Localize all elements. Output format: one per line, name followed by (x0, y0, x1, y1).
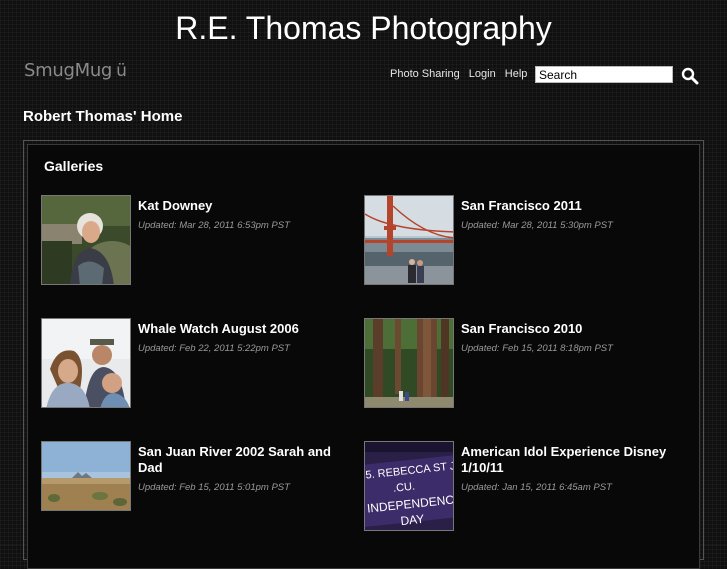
gallery-title[interactable]: San Juan River 2002 Sarah and Dad (138, 444, 348, 476)
gallery-updated: Updated: Feb 15, 2011 5:01pm PST (138, 482, 290, 493)
gallery-title[interactable]: Kat Downey (138, 198, 348, 214)
gallery-thumbnail[interactable] (41, 441, 131, 511)
gallery-thumbnail[interactable] (41, 318, 131, 408)
smile-icon: ü (116, 61, 127, 81)
search-icon (681, 67, 699, 85)
gallery-updated: Updated: Jan 15, 2011 6:45am PST (461, 482, 612, 493)
gallery-title[interactable]: San Francisco 2010 (461, 321, 671, 337)
sign-line-2: .CU. (392, 481, 415, 495)
galleries-panel-inner: Galleries Kat Downey Updated: Mar 28, 20… (27, 144, 700, 569)
gallery-updated: Updated: Feb 15, 2011 8:18pm PST (461, 343, 613, 354)
gallery-thumbnail[interactable]: 5. REBECCA ST JE .CU. INDEPENDENC DAY (364, 441, 454, 531)
family-photo (42, 319, 130, 407)
gallery-thumbnail[interactable] (364, 195, 454, 285)
gallery-thumbnail[interactable] (41, 195, 131, 285)
site-title: R.E. Thomas Photography (175, 10, 552, 46)
gallery-title[interactable]: San Francisco 2011 (461, 198, 671, 214)
galleries-panel: Galleries Kat Downey Updated: Mar 28, 20… (23, 140, 704, 569)
desert-photo (42, 442, 130, 510)
sign-line-4: DAY (400, 512, 425, 528)
sign-photo: 5. REBECCA ST JE .CU. INDEPENDENC DAY (365, 442, 453, 530)
gallery-updated: Updated: Feb 22, 2011 5:22pm PST (138, 343, 290, 354)
search-button[interactable] (681, 67, 699, 85)
smugmug-logo[interactable]: SmugMug ü (24, 60, 127, 81)
search-input[interactable] (535, 66, 673, 83)
gallery-title[interactable]: Whale Watch August 2006 (138, 321, 348, 337)
gallery-title[interactable]: American Idol Experience Disney 1/10/11 (461, 444, 671, 476)
gallery-updated: Updated: Mar 28, 2011 5:30pm PST (461, 220, 613, 231)
golden-gate-photo (365, 196, 453, 284)
nav-help[interactable]: Help (505, 68, 528, 80)
gallery-updated: Updated: Mar 28, 2011 6:53pm PST (138, 220, 290, 231)
nav-photo-sharing[interactable]: Photo Sharing (390, 68, 460, 80)
page-title: Robert Thomas' Home (23, 108, 183, 125)
portrait-photo (42, 196, 130, 284)
nav-login[interactable]: Login (469, 68, 496, 80)
galleries-heading: Galleries (44, 158, 104, 174)
gallery-thumbnail[interactable] (364, 318, 454, 408)
logo-text: SmugMug (24, 60, 113, 81)
top-nav: Photo Sharing Login Help (390, 68, 533, 80)
redwoods-photo (365, 319, 453, 407)
